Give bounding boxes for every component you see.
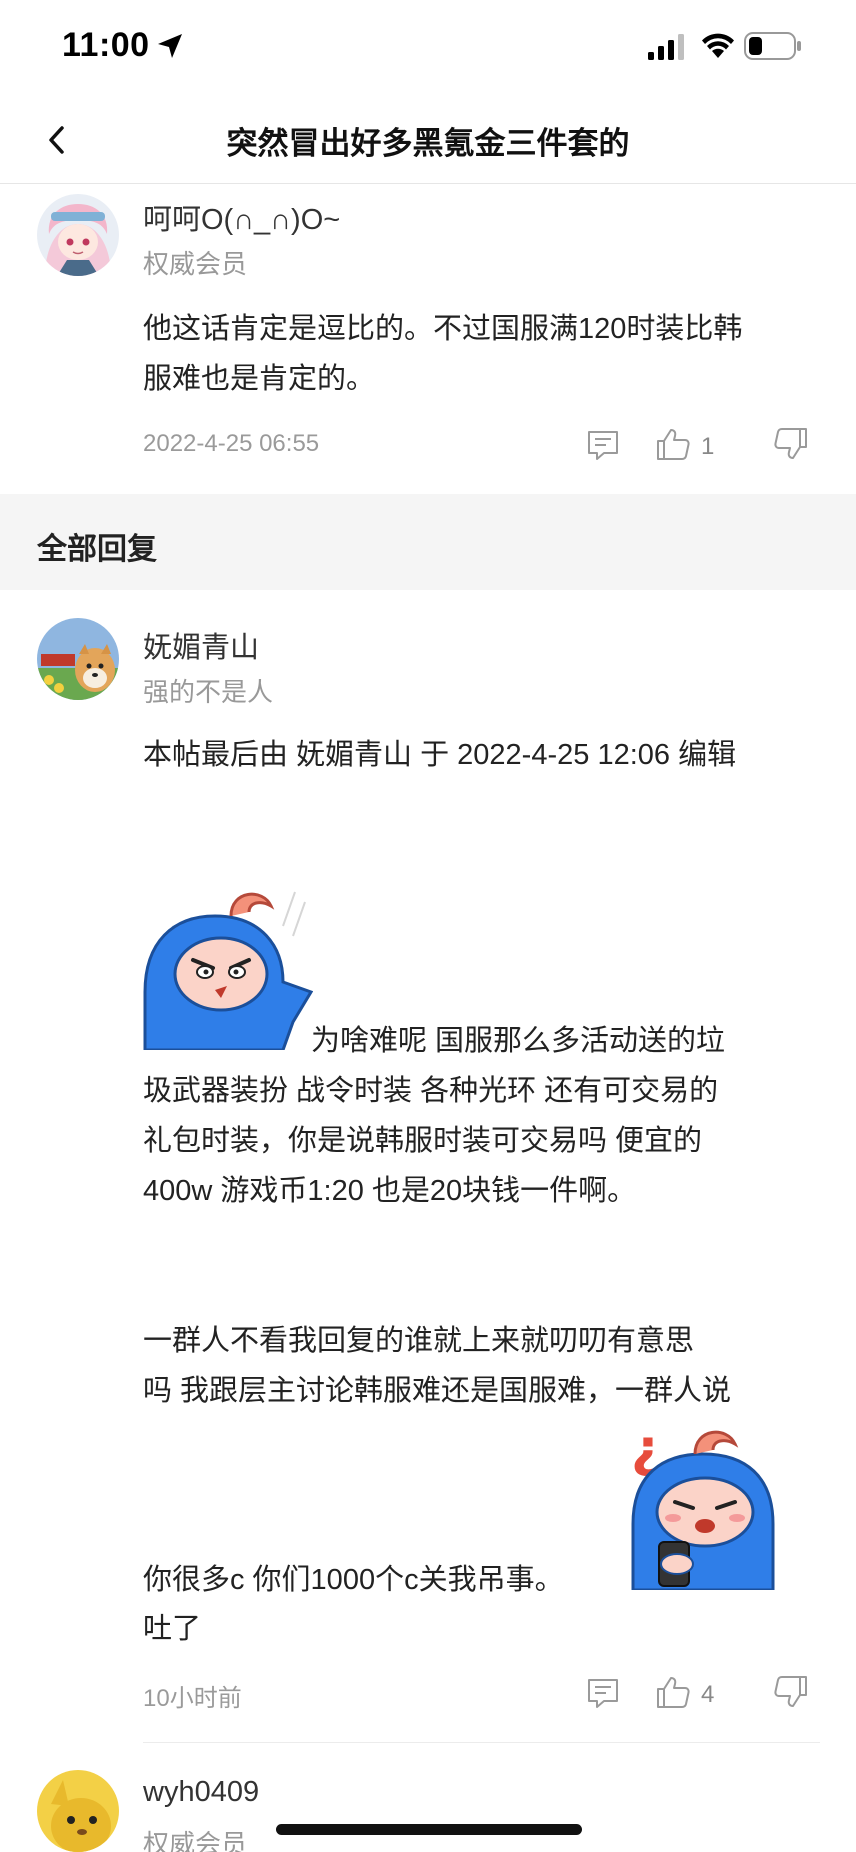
- user-name[interactable]: wyh0409: [143, 1776, 259, 1809]
- like-button[interactable]: [655, 1674, 691, 1710]
- wifi-icon: [702, 33, 734, 58]
- avatar[interactable]: [37, 194, 119, 276]
- content-line: 他这话肯定是逗比的。不过国服满120时装比韩: [143, 313, 743, 345]
- comment-button[interactable]: [586, 428, 620, 462]
- thumbs-down-icon: [774, 428, 807, 459]
- location-arrow-icon: [158, 34, 182, 58]
- content-line: 一群人不看我回复的谁就上来就叨叨有意思: [143, 1325, 695, 1357]
- user-title: 权威会员: [143, 1829, 248, 1852]
- status-time: 11:00: [62, 26, 150, 64]
- content-line: 圾武器装扮 战令时装 各种光环 还有可交易的: [143, 1075, 719, 1107]
- section-header: 全部回复: [0, 494, 856, 590]
- sticker-image: ¿: [623, 1414, 783, 1592]
- thumbs-up-icon: [657, 1677, 690, 1708]
- like-count: 1: [701, 433, 715, 460]
- reply-line: 吐了: [143, 1613, 202, 1645]
- content-line: 服难也是肯定的。: [143, 363, 376, 395]
- thumbs-down-icon: [774, 1676, 807, 1707]
- like-count: 4: [701, 1681, 715, 1708]
- comment-button[interactable]: [586, 1676, 620, 1710]
- reply-line: 你很多c 你们1000个c关我吊事。: [143, 1564, 564, 1596]
- reply-time: 10小时前: [143, 1685, 242, 1712]
- dislike-button[interactable]: [773, 426, 809, 462]
- user-name[interactable]: 呵呵O(∩_∩)O~: [143, 196, 340, 238]
- post-content: 他这话肯定是逗比的。不过国服满120时装比韩 服难也是肯定的。: [143, 304, 823, 404]
- comment-icon: [588, 1679, 618, 1708]
- edit-note: 本帖最后由 妩媚青山 于 2022-4-25 12:06 编辑: [143, 739, 737, 771]
- content-line: 吗 我跟层主讨论韩服难还是国服难，一群人说: [143, 1375, 732, 1407]
- divider: [143, 1742, 820, 1743]
- thumbs-up-icon: [657, 429, 690, 460]
- home-indicator[interactable]: [276, 1824, 582, 1835]
- sticker-image: [143, 882, 314, 1052]
- comment-icon: [588, 431, 618, 460]
- reply-paragraph: 圾武器装扮 战令时装 各种光环 还有可交易的 礼包时装，你是说韩服时装可交易吗 …: [143, 1066, 823, 1216]
- user-title: 权威会员: [143, 249, 248, 279]
- avatar[interactable]: [37, 1770, 119, 1852]
- avatar[interactable]: [37, 618, 119, 700]
- battery-icon: [744, 32, 801, 60]
- dislike-button[interactable]: [773, 1674, 809, 1710]
- user-title: 强的不是人: [143, 677, 274, 707]
- status-bar: 11:00: [0, 0, 856, 96]
- reply-paragraph: 一群人不看我回复的谁就上来就叨叨有意思 吗 我跟层主讨论韩服难还是国服难，一群人…: [143, 1316, 823, 1416]
- section-title: 全部回复: [37, 533, 157, 566]
- user-name[interactable]: 妩媚青山: [143, 624, 259, 666]
- navigation-bar: 突然冒出好多黑氪金三件套的: [0, 96, 856, 184]
- content-line: 400w 游戏币1:20 也是20块钱一件啊。: [143, 1175, 637, 1207]
- cellular-signal-icon: [648, 34, 684, 60]
- like-button[interactable]: [655, 426, 691, 462]
- content-line: 礼包时装，你是说韩服时装可交易吗 便宜的: [143, 1125, 703, 1157]
- reply-line: 为啥难呢 国服那么多活动送的垃: [311, 1025, 726, 1057]
- post-date: 2022-4-25 06:55: [143, 430, 320, 457]
- page-title: 突然冒出好多黑氪金三件套的: [226, 126, 630, 161]
